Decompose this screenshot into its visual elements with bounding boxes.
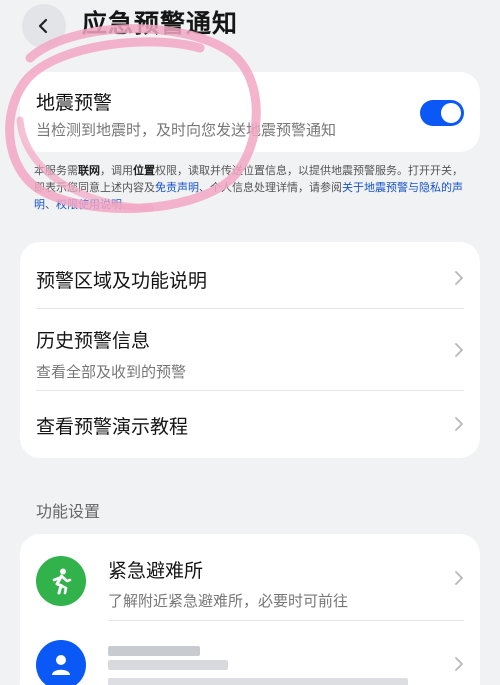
earthquake-alert-card: 地震预警 当检测到地震时，及时向您发送地震预警通知 — [20, 72, 480, 152]
list-item-shelter[interactable]: 紧急避难所 了解附近紧急避难所，必要时可前往 — [20, 534, 480, 618]
list-item-demo-tutorial[interactable]: 查看预警演示教程 — [36, 412, 464, 439]
notice-text: 。 — [122, 198, 133, 211]
shelter-subtitle: 了解附近紧急避难所，必要时可前往 — [108, 592, 349, 610]
toggle-knob — [441, 103, 461, 123]
list-item-alert-area[interactable]: 预警区域及功能说明 — [36, 266, 464, 293]
chevron-right-icon — [455, 657, 463, 671]
list-item-label: 预警区域及功能说明 — [36, 270, 208, 292]
list-item-contacts[interactable] — [20, 622, 480, 685]
shelter-label: 紧急避难所 — [108, 560, 204, 582]
divider — [36, 308, 464, 309]
earthquake-alert-toggle[interactable] — [420, 100, 464, 126]
notice-text: 、个人信息处理详情，请参阅 — [199, 181, 342, 194]
notice-network: 联网 — [78, 164, 100, 177]
permission-usage-link[interactable]: 权限使用说明 — [56, 198, 122, 211]
person-icon — [36, 640, 86, 685]
list-item-label: 查看预警演示教程 — [36, 416, 189, 438]
notice-location: 位置 — [133, 164, 155, 177]
settings-card: 紧急避难所 了解附近紧急避难所，必要时可前往 — [20, 534, 480, 685]
divider — [108, 620, 464, 621]
chevron-right-icon — [455, 271, 463, 285]
list-item-history[interactable]: 历史预警信息 查看全部及收到的预警 — [36, 326, 464, 382]
service-notice: 本服务需联网，调用位置权限，读取并传送位置信息，以提供地震预警服务。打开开关，即… — [34, 162, 472, 213]
running-person-icon — [36, 556, 86, 606]
notice-text: 、 — [45, 198, 56, 211]
earthquake-alert-title: 地震预警 — [36, 92, 113, 114]
chevron-right-icon — [455, 417, 463, 431]
notice-text: ，调用 — [100, 164, 133, 177]
list-item-label: 历史预警信息 — [36, 330, 151, 352]
disclaimer-link[interactable]: 免责声明 — [155, 181, 199, 194]
notice-text: 本服务需 — [34, 164, 78, 177]
back-button[interactable] — [22, 4, 66, 48]
info-list-card: 预警区域及功能说明 历史预警信息 查看全部及收到的预警 查看预警演示教程 — [20, 242, 480, 458]
earthquake-alert-subtitle: 当检测到地震时，及时向您发送地震预警通知 — [36, 121, 337, 139]
divider — [36, 390, 464, 391]
header-bar: 应急预警通知 — [0, 0, 500, 52]
chevron-left-icon — [38, 18, 48, 34]
chevron-right-icon — [455, 343, 463, 357]
chevron-right-icon — [455, 571, 463, 585]
list-item-subtitle: 查看全部及收到的预警 — [36, 363, 187, 381]
section-label-settings: 功能设置 — [36, 502, 101, 521]
page-title: 应急预警通知 — [82, 9, 239, 38]
